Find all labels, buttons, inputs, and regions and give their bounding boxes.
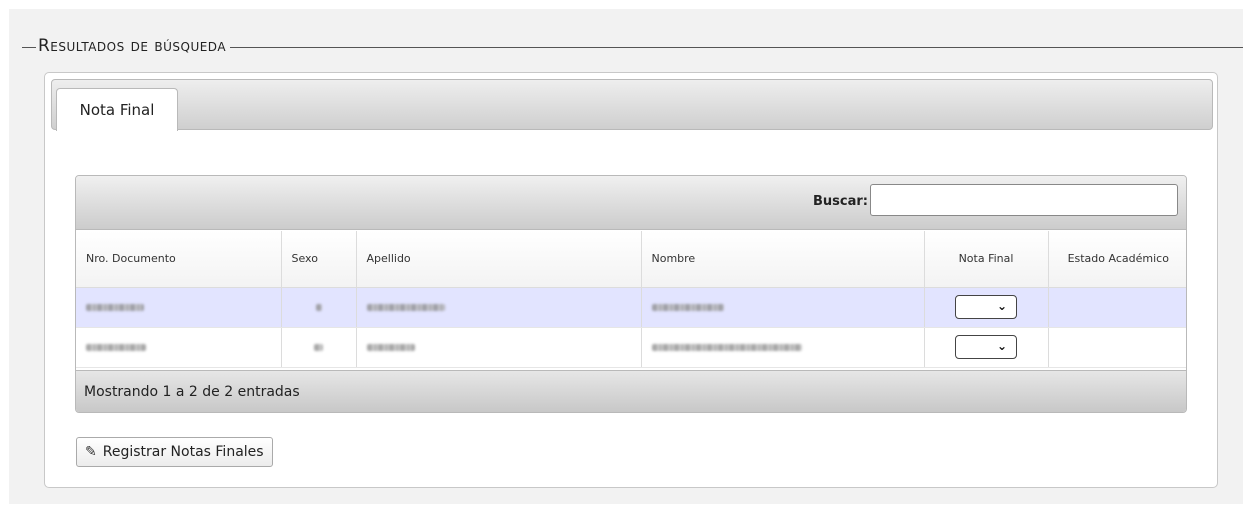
cell-sexo-redacted bbox=[281, 327, 357, 368]
table-header-row: Nro. Documento Sexo Apellido Nombre Nota… bbox=[76, 231, 1186, 288]
register-final-grades-button[interactable]: ✎ Registrar Notas Finales bbox=[76, 437, 273, 467]
table-info-footer: Mostrando 1 a 2 de 2 entradas bbox=[76, 370, 1186, 412]
column-header-apellido[interactable]: Apellido bbox=[356, 231, 642, 288]
cell-documento-redacted bbox=[76, 287, 282, 328]
results-table: Nro. Documento Sexo Apellido Nombre Nota… bbox=[76, 231, 1186, 368]
results-table-wrapper: Buscar: Nro. Documento Sexo Apellido Nom… bbox=[75, 175, 1187, 413]
table-row: ⌄ bbox=[76, 287, 1186, 328]
table-info-text: Mostrando 1 a 2 de 2 entradas bbox=[84, 383, 300, 400]
cell-nota-final: ⌄ bbox=[924, 287, 1049, 328]
cell-apellido-redacted bbox=[356, 327, 642, 368]
edit-icon: ✎ bbox=[85, 444, 97, 460]
cell-estado-academico bbox=[1048, 327, 1186, 368]
redacted-text bbox=[314, 343, 323, 351]
column-header-documento[interactable]: Nro. Documento bbox=[76, 231, 282, 288]
redacted-text bbox=[86, 303, 144, 311]
cell-estado-academico bbox=[1048, 287, 1186, 328]
table-toolbar: Buscar: bbox=[76, 176, 1186, 230]
search-input[interactable] bbox=[870, 184, 1178, 216]
redacted-text bbox=[651, 303, 724, 311]
column-header-nota-final[interactable]: Nota Final bbox=[924, 231, 1049, 288]
redacted-text bbox=[366, 303, 445, 311]
redacted-text bbox=[651, 343, 802, 351]
column-header-estado-academico[interactable]: Estado Académico bbox=[1048, 231, 1186, 288]
cell-nombre-redacted bbox=[641, 287, 925, 328]
search-label: Buscar: bbox=[813, 194, 868, 209]
column-header-sexo[interactable]: Sexo bbox=[281, 231, 357, 288]
tab-bar: Nota Final bbox=[51, 79, 1213, 131]
cell-documento-redacted bbox=[76, 327, 282, 368]
tab-nota-final[interactable]: Nota Final bbox=[56, 88, 178, 131]
cell-nota-final: ⌄ bbox=[924, 327, 1049, 368]
nota-final-select[interactable]: ⌄ bbox=[955, 335, 1017, 359]
table-row: ⌄ bbox=[76, 327, 1186, 368]
cell-sexo-redacted bbox=[281, 287, 357, 328]
chevron-down-icon: ⌄ bbox=[996, 299, 1007, 313]
section-legend: Resultados de búsqueda bbox=[36, 36, 231, 56]
register-button-label: Registrar Notas Finales bbox=[102, 444, 264, 460]
results-panel: Nota Final Buscar: Nro. Documento Sexo A… bbox=[44, 72, 1218, 488]
chevron-down-icon: ⌄ bbox=[996, 339, 1007, 353]
redacted-text bbox=[315, 303, 322, 311]
nota-final-select[interactable]: ⌄ bbox=[955, 295, 1017, 319]
redacted-text bbox=[366, 343, 415, 351]
cell-apellido-redacted bbox=[356, 287, 642, 328]
column-header-nombre[interactable]: Nombre bbox=[641, 231, 925, 288]
cell-nombre-redacted bbox=[641, 327, 925, 368]
redacted-text bbox=[86, 343, 146, 351]
